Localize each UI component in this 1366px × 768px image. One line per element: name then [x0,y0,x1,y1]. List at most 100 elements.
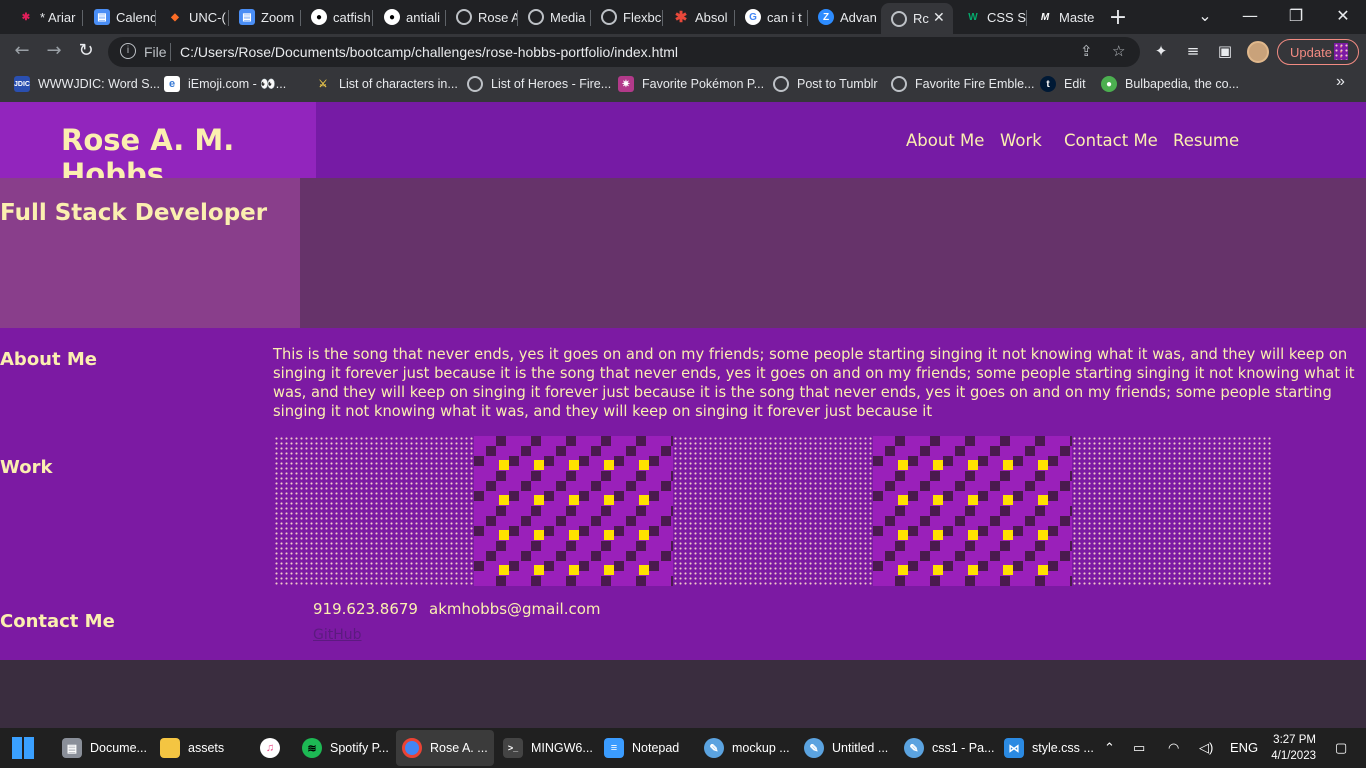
wwwjdic-icon: JDIC [14,76,30,92]
start-button[interactable] [6,728,34,768]
new-tab-button[interactable]: + [1106,5,1130,30]
taskbar-item[interactable]: ✎ mockup ... [698,728,790,768]
tab-7[interactable]: Media [518,3,590,31]
bookmark-item[interactable]: ● Bulbapedia, the co... [1101,76,1239,92]
taskbar-item-active[interactable]: Rose A. ... [396,730,494,766]
taskbar-item[interactable]: ≋ Spotify P... [296,728,389,768]
share-icon[interactable]: ⇪ [1080,42,1093,60]
windows-icon [12,737,34,759]
close-window-icon[interactable]: ✕ [1331,6,1355,25]
tab-14[interactable]: M Maste [1027,3,1099,31]
minimize-icon[interactable]: — [1238,6,1262,25]
bookmark-item[interactable]: ⚔ List of characters in... [315,76,458,92]
close-tab-icon[interactable]: ✕ [933,9,945,26]
tab-search-icon[interactable]: ⌄ [1193,6,1217,25]
media-queue-icon[interactable]: ≡ [1183,42,1203,60]
taskbar-item[interactable]: ♫ [254,728,288,768]
bookmark-item[interactable]: Favorite Fire Emble... [891,76,1034,92]
forward-icon[interactable]: → [42,40,66,61]
bookmark-item[interactable]: ✷ Favorite Pokémon P... [618,76,764,92]
info-icon[interactable]: i [120,43,136,59]
docs-icon: ▤ [62,738,82,758]
github-link[interactable]: GitHub [313,627,362,643]
w3schools-icon: W [968,11,978,23]
taskbar-item[interactable]: ✎ Untitled ... [798,728,888,768]
tab-strip: ✱ * Ariar ▤ Calenc ◆ UNC-( ▤ Zoom ● catfish ●… [0,0,1366,34]
slack-icon: ✱ [21,11,31,23]
terminal-icon: >_ [503,738,523,758]
work-tile-pattern[interactable] [473,436,674,586]
wifi-icon[interactable]: ◠ [1168,740,1179,756]
clock-date: 4/1/2023 [1271,750,1316,762]
globe-icon [467,76,483,92]
volume-icon[interactable]: ◁) [1199,740,1213,756]
restore-icon[interactable]: ❐ [1284,6,1308,25]
nav-resume[interactable]: Resume [1173,131,1239,150]
tab-8[interactable]: Flexbc [591,3,663,31]
bookmark-item[interactable]: JDIC WWWJDIC: Word S... [14,76,160,92]
bookmark-item[interactable]: List of Heroes - Fire... [467,76,611,92]
bookmarks-overflow-icon[interactable]: » [1336,73,1345,91]
tab-divider [82,10,83,26]
tab-1[interactable]: ▤ Calenc [84,3,156,31]
nav-work[interactable]: Work [1000,131,1042,150]
tab-12-active[interactable]: Rc ✕ [881,3,953,34]
show-hidden-icons[interactable]: ⌃ [1104,740,1115,756]
taskbar-item[interactable]: assets [154,728,224,768]
menu-icon[interactable]: ⋮ [1334,43,1348,60]
clock-time: 3:27 PM [1273,734,1316,746]
taskbar-item[interactable]: ⋈ style.css ... [998,728,1094,768]
tab-0[interactable]: ✱ * Ariar [8,3,80,31]
profile-avatar[interactable] [1247,41,1269,63]
bookmark-item[interactable]: Post to Tumblr [773,76,878,92]
document-icon: ▤ [94,9,110,25]
tab-11[interactable]: Z Advan [808,3,880,31]
side-panel-icon[interactable]: ▣ [1215,42,1235,60]
extensions-icon[interactable]: ✦ [1151,42,1171,60]
taskbar-item[interactable]: >_ MINGW6... [497,728,593,768]
globe-icon [891,10,907,27]
update-button[interactable]: Update ⋮ [1277,39,1359,65]
work-heading: Work [0,457,53,478]
tumblr-icon: t [1040,76,1056,92]
taskbar-item[interactable]: ✎ css1 - Pa... [898,728,995,768]
notifications-icon[interactable]: ▢ [1335,740,1347,756]
work-tile-dots[interactable] [274,436,474,586]
clock[interactable]: 3:27 PM 4/1/2023 [1268,732,1316,764]
windows-taskbar: ▤ Docume... assets ♫ ≋ Spotify P... Rose A… [0,728,1366,768]
tab-10[interactable]: Gcan i t [735,3,807,31]
tab-13[interactable]: W CSS S [955,3,1027,31]
address-bar[interactable]: i File C:/Users/Rose/Documents/bootcamp/… [108,37,1140,67]
work-tile-pattern[interactable] [872,436,1073,586]
paint-icon: ✎ [804,738,824,758]
battery-icon[interactable]: ▭ [1133,740,1145,756]
bookmark-star-icon[interactable]: ☆ [1112,42,1125,60]
bookmark-item[interactable]: t Edit [1040,76,1086,92]
nav-contact-me[interactable]: Contact Me [1064,131,1158,150]
work-tile-dots[interactable] [673,436,873,586]
tab-2[interactable]: ◆ UNC-( [157,3,229,31]
tab-6[interactable]: Rose A [446,3,518,31]
back-icon[interactable]: ← [10,40,34,61]
tab-5[interactable]: ● antiali [374,3,446,31]
reload-icon[interactable]: ↻ [74,40,98,61]
tab-9[interactable]: ✱ Absol [663,3,735,31]
tab-3[interactable]: ▤ Zoom [229,3,301,31]
address-row: ← → ↻ i File C:/Users/Rose/Documents/boo… [0,34,1366,70]
bookmark-item[interactable]: e iEmoji.com - 👀... [164,76,286,92]
paint-icon: ✎ [904,738,924,758]
tab-4[interactable]: ● catfish [301,3,373,31]
url-text[interactable]: C:/Users/Rose/Documents/bootcamp/challen… [180,44,678,60]
globe-icon [773,76,789,92]
tab-divider [155,10,156,26]
language-indicator[interactable]: ENG [1230,740,1258,755]
brand-block: Rose A. M. Hobbs [0,102,316,191]
folder-icon [160,738,180,758]
tab-divider [372,10,373,26]
nav-about-me[interactable]: About Me [906,131,984,150]
taskbar-item[interactable]: ▤ Docume... [56,728,147,768]
globe-icon [528,9,544,25]
asterisk-icon: ✱ [674,9,688,26]
taskbar-item[interactable]: ≡ Notepad [598,728,679,768]
work-tile-dots[interactable] [1072,436,1272,586]
